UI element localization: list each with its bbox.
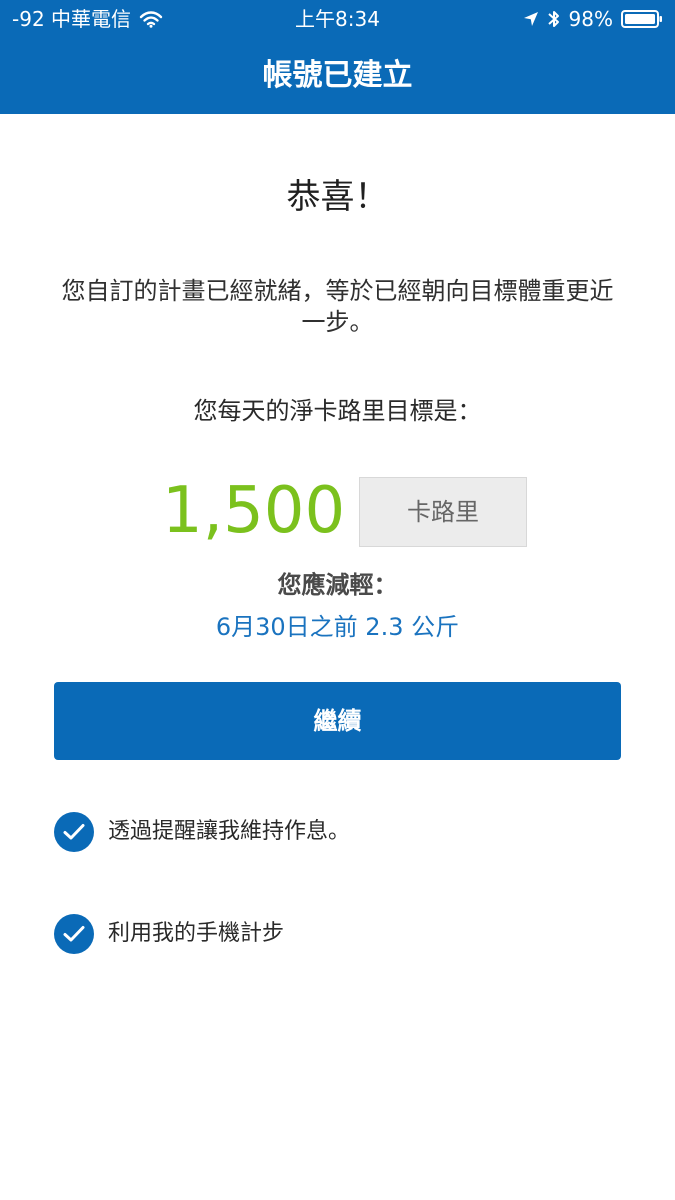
check-circle-icon[interactable] [54, 812, 94, 852]
continue-button[interactable]: 繼續 [54, 682, 621, 760]
account-created-content: 恭喜！ 您自訂的計畫已經就緒，等於已經朝向目標體重更近一步。 您每天的淨卡路里目… [0, 114, 675, 1200]
calorie-unit-label: 卡路里 [407, 498, 479, 526]
location-arrow-icon [523, 11, 539, 27]
reminder-option-label: 透過提醒讓我維持作息。 [108, 819, 351, 844]
congrats-headline: 恭喜！ [286, 177, 389, 217]
status-right: 98% [523, 0, 663, 38]
step-counter-option[interactable]: 利用我的手機計步 [54, 914, 284, 954]
plan-ready-message: 您自訂的計畫已經就緒，等於已經朝向目標體重更近一步。 [61, 277, 614, 336]
battery-percent: 98% [568, 7, 613, 31]
step-counter-option-label: 利用我的手機計步 [108, 921, 285, 946]
battery-icon [621, 10, 663, 28]
check-circle-icon[interactable] [54, 914, 94, 954]
daily-calorie-goal-value: 1,500 [162, 474, 346, 548]
weight-loss-detail: 6月30日之前 2.3 公斤 [215, 613, 460, 641]
calorie-unit-chip: 卡路里 [359, 477, 527, 547]
top-bar: -92 中華電信 上午8:34 98% 帳號已建立 [0, 0, 675, 114]
weight-loss-label: 您應減輕： [277, 571, 398, 599]
reminder-option[interactable]: 透過提醒讓我維持作息。 [54, 812, 350, 852]
daily-calorie-goal-label: 您每天的淨卡路里目標是： [193, 397, 482, 425]
page-title: 帳號已建立 [262, 58, 413, 93]
status-bar: -92 中華電信 上午8:34 98% [0, 0, 675, 38]
bluetooth-icon [547, 8, 561, 30]
